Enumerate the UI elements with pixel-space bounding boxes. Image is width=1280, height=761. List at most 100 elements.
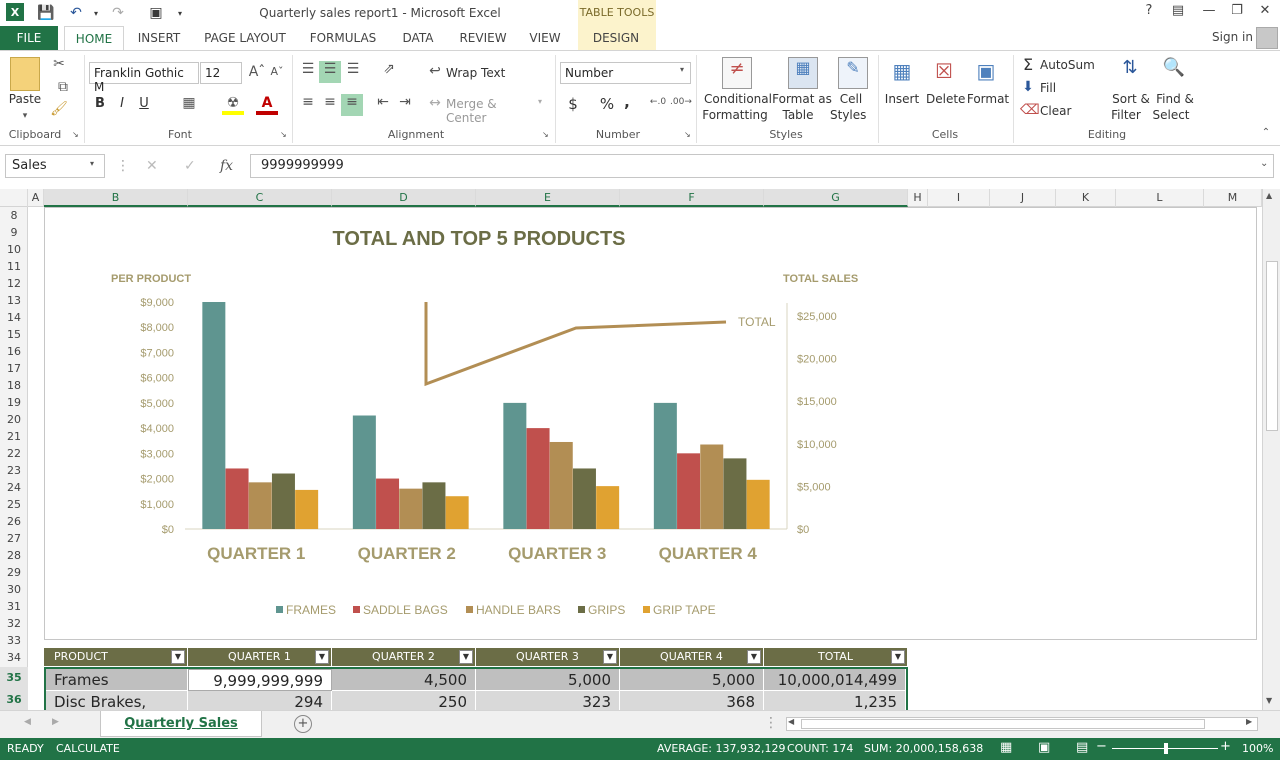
tab-review[interactable]: REVIEW [456, 26, 510, 50]
horizontal-scroll-thumb[interactable] [801, 719, 1205, 729]
row-header[interactable]: 34 [0, 649, 28, 666]
row-header[interactable]: 10 [0, 241, 28, 258]
restore-icon[interactable]: ❐ [1226, 3, 1248, 23]
increase-indent-icon[interactable]: ⇥ [396, 94, 414, 110]
table-header-cell[interactable]: QUARTER 3 [476, 648, 620, 666]
row-header[interactable]: 28 [0, 547, 28, 564]
column-header[interactable]: I [928, 189, 990, 207]
name-box-dropdown-icon[interactable]: ▾ [90, 159, 94, 168]
table-cell[interactable]: Disc Brakes, Front [46, 691, 188, 710]
cancel-icon[interactable]: ✕ [146, 158, 158, 174]
align-top-icon[interactable]: ☰ [298, 61, 318, 77]
scroll-up-icon[interactable]: ▲ [1266, 191, 1272, 200]
tab-insert[interactable]: INSERT [134, 26, 184, 50]
enter-icon[interactable]: ✓ [184, 158, 196, 174]
table-cell-active[interactable]: 9,999,999,999 [188, 669, 332, 691]
collapse-ribbon-icon[interactable]: ⌃ [1260, 127, 1272, 138]
scroll-left-icon[interactable]: ◀ [788, 717, 794, 726]
italic-button[interactable]: I [114, 96, 130, 111]
row-header[interactable]: 27 [0, 530, 28, 547]
currency-button[interactable]: $ [564, 95, 582, 113]
column-header[interactable]: K [1056, 189, 1116, 207]
table-header-cell[interactable]: TOTAL [764, 648, 908, 666]
tab-formulas[interactable]: FORMULAS [306, 26, 380, 50]
conditional-formatting-label-1[interactable]: Conditional [702, 92, 774, 106]
merge-center-icon[interactable]: ↔ [426, 95, 444, 111]
row-header[interactable]: 29 [0, 564, 28, 581]
filter-dropdown-icon[interactable]: ▼ [747, 650, 761, 664]
column-header[interactable]: B [44, 189, 188, 207]
format-cells-button[interactable]: Format [966, 92, 1010, 106]
row-header[interactable]: 17 [0, 360, 28, 377]
conditional-formatting-label-2[interactable]: Formatting [700, 108, 770, 122]
formula-input[interactable]: 9999999999 [250, 154, 1274, 178]
column-header[interactable]: E [476, 189, 620, 207]
table-cell[interactable]: 250 [332, 691, 476, 710]
filter-dropdown-icon[interactable]: ▼ [603, 650, 617, 664]
sign-in-link[interactable]: Sign in [1212, 30, 1253, 44]
delete-cells-icon[interactable]: ☒ [930, 59, 958, 83]
cell-styles-icon[interactable]: ✎ [838, 57, 868, 89]
column-header[interactable]: C [188, 189, 332, 207]
font-name-select[interactable]: Franklin Gothic M [89, 62, 199, 94]
worksheet[interactable]: TOTAL AND TOP 5 PRODUCTS PER PRODUCT TOTAL… [28, 207, 1262, 710]
column-header[interactable]: H [908, 189, 928, 207]
table-cell[interactable]: 4,500 [332, 669, 476, 691]
table-header-cell[interactable]: QUARTER 4 [620, 648, 764, 666]
percent-button[interactable]: % [598, 95, 616, 113]
filter-dropdown-icon[interactable]: ▼ [171, 650, 185, 664]
filter-dropdown-icon[interactable]: ▼ [315, 650, 329, 664]
zoom-slider-thumb[interactable] [1164, 743, 1168, 754]
tab-page-layout[interactable]: PAGE LAYOUT [200, 26, 290, 50]
increase-decimal-icon[interactable]: ←.0 [648, 97, 668, 107]
column-header[interactable]: F [620, 189, 764, 207]
find-select-label-1[interactable]: Find & [1152, 92, 1198, 106]
scroll-right-icon[interactable]: ▶ [1246, 717, 1252, 726]
find-select-label-2[interactable]: Select [1152, 108, 1190, 122]
page-break-view-icon[interactable]: ▤ [1076, 740, 1088, 755]
format-painter-icon[interactable]: 🖌 [50, 101, 68, 117]
vertical-scroll-thumb[interactable] [1266, 261, 1278, 431]
copy-icon[interactable]: ⧉ [50, 79, 76, 95]
column-header[interactable]: L [1116, 189, 1204, 207]
cut-icon[interactable]: ✂ [50, 56, 68, 72]
number-launcher-icon[interactable]: ↘ [684, 130, 691, 139]
help-button[interactable]: ? [1138, 3, 1160, 23]
table-header-cell[interactable]: QUARTER 1 [188, 648, 332, 666]
alignment-launcher-icon[interactable]: ↘ [542, 130, 549, 139]
zoom-level[interactable]: 100% [1242, 742, 1273, 755]
expand-formula-icon[interactable]: ⌄ [1260, 158, 1268, 169]
merge-dropdown-icon[interactable]: ▾ [538, 97, 542, 106]
filter-dropdown-icon[interactable]: ▼ [459, 650, 473, 664]
paste-icon[interactable] [10, 57, 40, 91]
horizontal-scrollbar[interactable] [786, 717, 1258, 731]
sort-filter-icon[interactable]: ⇅ [1114, 57, 1146, 78]
cell-styles-label-2[interactable]: Styles [830, 108, 866, 122]
table-cell[interactable]: Frames [46, 669, 188, 691]
conditional-formatting-icon[interactable]: ≠ [722, 57, 752, 89]
page-layout-view-icon[interactable]: ▣ [1038, 740, 1050, 755]
row-header[interactable]: 21 [0, 428, 28, 445]
row-header[interactable]: 12 [0, 275, 28, 292]
font-color-icon[interactable]: A [256, 95, 278, 115]
column-header[interactable]: M [1204, 189, 1262, 207]
ribbon-display-icon[interactable]: ▤ [1167, 3, 1189, 23]
sheet-tab-active[interactable]: Quarterly Sales Report [100, 711, 262, 756]
column-header[interactable]: G [764, 189, 908, 207]
tab-home[interactable]: HOME [64, 26, 124, 51]
borders-icon[interactable]: ▦ [178, 95, 200, 111]
wrap-text-button[interactable]: Wrap Text [446, 66, 508, 80]
number-format-select[interactable]: Number [560, 62, 691, 84]
avatar[interactable] [1256, 27, 1278, 49]
insert-function-button[interactable]: fx [220, 158, 233, 174]
wrap-text-icon[interactable]: ↩ [426, 63, 444, 79]
row-header[interactable]: 20 [0, 411, 28, 428]
underline-button[interactable]: U [136, 96, 152, 111]
row-header[interactable]: 23 [0, 462, 28, 479]
filter-dropdown-icon[interactable]: ▼ [891, 650, 905, 664]
table-cell[interactable]: 10,000,014,499 [764, 669, 906, 691]
number-format-dropdown-icon[interactable]: ▾ [680, 65, 684, 74]
fill-color-icon[interactable]: ☢ [222, 95, 244, 115]
status-calculate[interactable]: CALCULATE [56, 742, 120, 755]
column-header[interactable]: A [28, 189, 44, 207]
